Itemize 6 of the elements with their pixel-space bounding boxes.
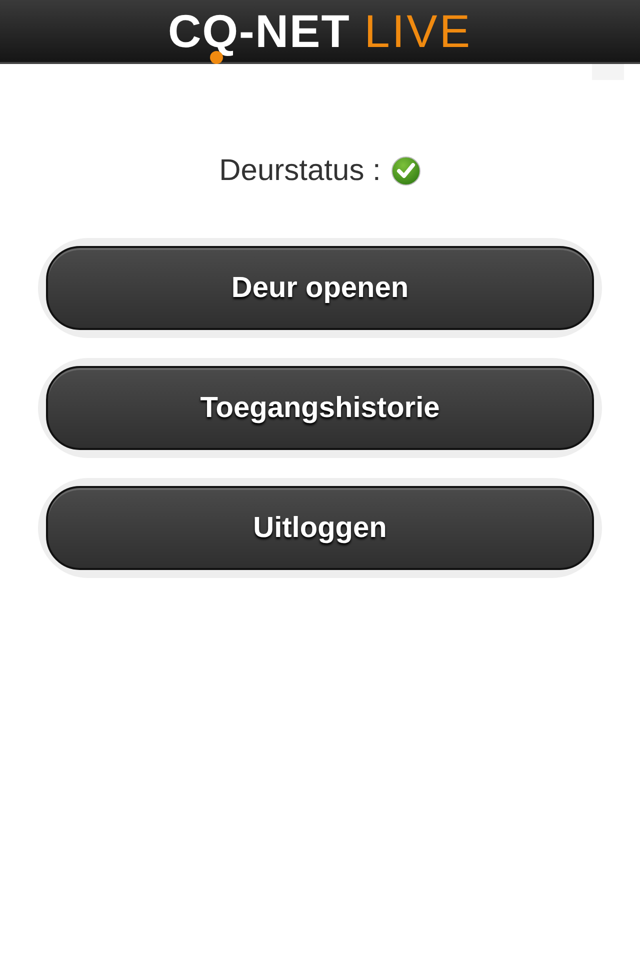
logo-text: LIVE: [364, 8, 472, 54]
action-button[interactable]: Deur openen: [46, 246, 594, 330]
action-button[interactable]: Uitloggen: [46, 486, 594, 570]
logo-text: CQ-NET: [168, 8, 350, 54]
door-status-label: Deurstatus :: [219, 154, 381, 188]
action-button[interactable]: Toegangshistorie: [46, 366, 594, 450]
